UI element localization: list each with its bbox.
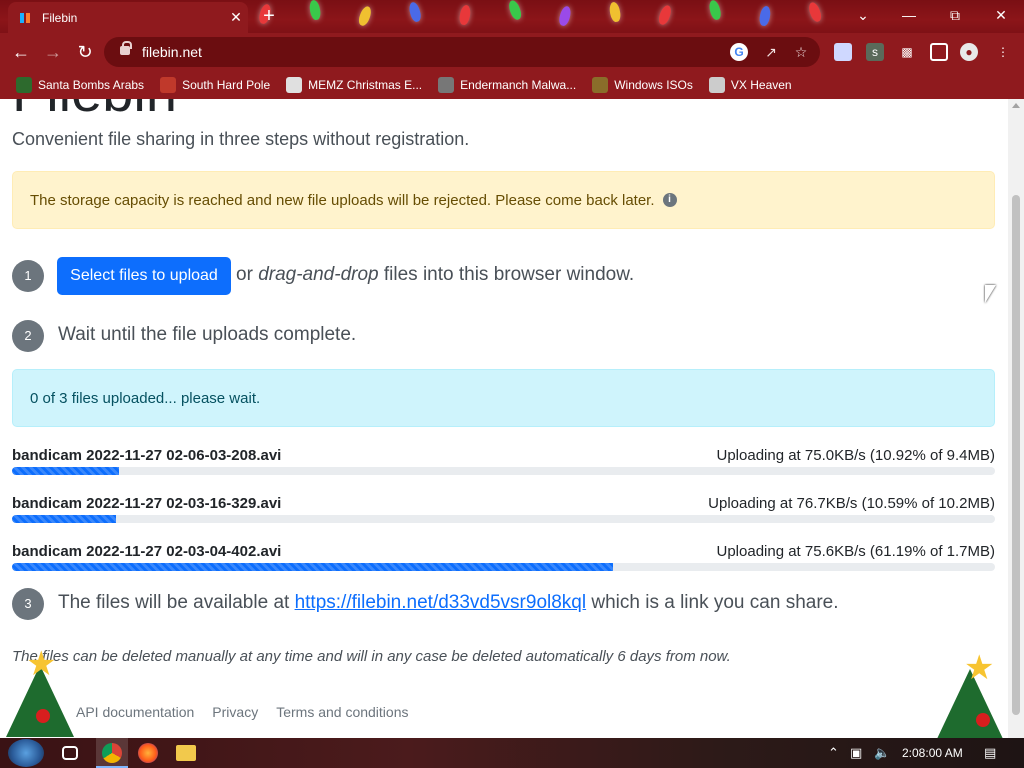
bookmark-item[interactable]: Santa Bombs Arabs	[16, 77, 144, 93]
step-1-drag-and-drop: drag-and-drop	[258, 264, 379, 285]
storage-alert-text: The storage capacity is reached and new …	[30, 191, 655, 209]
footer-link-privacy[interactable]: Privacy	[212, 704, 258, 720]
bookmark-label: Santa Bombs Arabs	[38, 78, 145, 92]
taskbar-clock[interactable]: 2:08:00 AM	[902, 746, 963, 760]
task-view-icon[interactable]	[62, 746, 78, 760]
browser-toolbar: ← → ↻ filebin.net G ↗ ☆ s ▩ ● ⋮	[0, 33, 1024, 71]
upload-progress-track	[12, 563, 995, 571]
minimize-button[interactable]: —	[886, 0, 932, 30]
share-icon[interactable]: ↗	[762, 43, 780, 61]
extension-s-icon[interactable]: s	[866, 43, 884, 61]
tab-close-icon[interactable]: ✕	[224, 9, 248, 26]
step-2-text: Wait until the file uploads complete.	[58, 324, 357, 345]
file-explorer-taskbar-icon[interactable]	[176, 745, 196, 761]
bookmark-item[interactable]: Endermanch Malwa...	[438, 77, 576, 93]
volume-icon[interactable]: 🔈	[874, 745, 890, 761]
scroll-up-arrow-icon[interactable]	[1012, 103, 1020, 108]
back-arrow-icon[interactable]: ←	[8, 39, 34, 65]
tray-chevron-up-icon[interactable]: ⌃	[828, 745, 839, 761]
bookmark-favicon-icon	[708, 77, 725, 93]
address-bar[interactable]: filebin.net G ↗ ☆	[104, 37, 820, 67]
step-3-after: which is a link you can share.	[591, 592, 839, 613]
new-tab-button[interactable]: +	[258, 5, 280, 27]
site-logo-heading-cut-off: Filebin	[12, 99, 177, 124]
bookmark-item[interactable]: VX Heaven	[708, 77, 792, 93]
step-2-badge: 2	[12, 320, 44, 352]
upload-progress-bar	[12, 467, 120, 475]
christmas-lights-decoration	[240, 0, 840, 33]
footer-link-terms[interactable]: Terms and conditions	[276, 704, 408, 720]
bookmark-favicon-icon	[286, 77, 303, 93]
bookmark-label: Windows ISOs	[614, 78, 693, 92]
start-button[interactable]	[8, 739, 44, 767]
bookmark-favicon-icon	[160, 77, 177, 93]
address-bar-url[interactable]: filebin.net	[142, 44, 202, 60]
step-1-badge: 1	[12, 260, 44, 292]
upload-progress-track	[12, 515, 995, 523]
extensions-puzzle-icon[interactable]: ▩	[898, 43, 916, 61]
upload-file-name: bandicam 2022-11-27 02-03-04-402.avi	[12, 543, 282, 560]
firefox-taskbar-icon[interactable]	[138, 743, 158, 763]
chrome-taskbar-icon[interactable]	[102, 743, 122, 763]
bookmark-item[interactable]: Windows ISOs	[592, 77, 693, 93]
tab-title: Filebin	[42, 10, 78, 25]
google-lens-icon[interactable]: G	[730, 43, 748, 61]
storage-capacity-alert: The storage capacity is reached and new …	[12, 171, 995, 229]
bookmark-favicon-icon	[438, 77, 455, 93]
upload-status: Uploading at 75.6KB/s (61.19% of 1.7MB)	[716, 543, 996, 560]
bookmark-label: MEMZ Christmas E...	[308, 78, 423, 92]
close-window-button[interactable]: ✕	[978, 0, 1024, 30]
tab-filebin[interactable]: Filebin ✕	[8, 2, 248, 33]
reload-icon[interactable]: ↻	[72, 39, 98, 65]
step-1-rest: files into this browser window.	[383, 264, 635, 285]
tab-bar: Filebin ✕ + ⌄ — ⧉ ✕	[0, 0, 1024, 33]
notifications-icon[interactable]: ▤	[984, 745, 996, 761]
upload-progress-track	[12, 467, 995, 475]
bookmark-label: South Hard Pole	[182, 78, 271, 92]
bookmark-label: Endermanch Malwa...	[460, 78, 577, 92]
info-icon[interactable]: i	[662, 193, 677, 207]
footer-links: API documentation Privacy Terms and cond…	[76, 704, 427, 720]
step-3-text: The files will be available at https://f…	[58, 592, 839, 614]
mouse-cursor-icon	[985, 285, 996, 303]
select-files-button[interactable]: Select files to upload	[57, 257, 231, 295]
bookmark-item[interactable]: South Hard Pole	[160, 77, 270, 93]
extension-flag-icon[interactable]	[834, 43, 852, 61]
upload-progress-bar	[12, 563, 614, 571]
menu-kebab-icon[interactable]: ⋮	[994, 43, 1012, 61]
bookmark-label: VX Heaven	[730, 78, 792, 92]
upload-file-name: bandicam 2022-11-27 02-03-16-329.avi	[12, 495, 282, 512]
tab-search-chevron-icon[interactable]: ⌄	[840, 0, 886, 30]
page-scrollbar[interactable]	[1008, 99, 1024, 738]
page-content: Filebin Convenient file sharing in three…	[0, 99, 1008, 738]
scrollbar-thumb[interactable]	[1012, 195, 1020, 715]
profile-avatar-icon[interactable]: ●	[960, 43, 978, 61]
upload-status: Uploading at 76.7KB/s (10.59% of 10.2MB)	[708, 495, 995, 512]
upload-status-alert: 0 of 3 files uploaded... please wait.	[12, 369, 995, 427]
windows-taskbar: ⌃ ▣ 🔈 2:08:00 AM ▤	[0, 738, 1024, 768]
bookmark-item[interactable]: MEMZ Christmas E...	[286, 77, 422, 93]
upload-status-text: 0 of 3 files uploaded... please wait.	[30, 389, 261, 407]
footer-link-api-documentation[interactable]: API documentation	[76, 704, 194, 720]
upload-status: Uploading at 75.0KB/s (10.92% of 9.4MB)	[716, 447, 996, 464]
bookmark-favicon-icon	[16, 77, 32, 93]
bookmark-star-icon[interactable]: ☆	[792, 43, 810, 61]
lock-icon	[120, 41, 132, 55]
forward-arrow-icon[interactable]: →	[40, 39, 66, 65]
deletion-note: The files can be deleted manually at any…	[12, 648, 731, 665]
filebin-favicon-icon	[18, 11, 32, 25]
step-1-text: or drag-and-drop files into this browser…	[236, 264, 634, 286]
bookmarks-bar: Santa Bombs Arabs South Hard Pole MEMZ Chr…	[0, 71, 1024, 99]
restore-button[interactable]: ⧉	[932, 0, 978, 30]
step-3-badge: 3	[12, 588, 44, 620]
page-tagline: Convenient file sharing in three steps w…	[12, 129, 470, 149]
side-panel-icon[interactable]	[930, 43, 948, 61]
upload-file-name: bandicam 2022-11-27 02-06-03-208.avi	[12, 447, 282, 464]
upload-progress-bar	[12, 515, 117, 523]
share-link[interactable]: https://filebin.net/d33vd5vsr9ol8kql	[295, 592, 587, 613]
network-icon[interactable]: ▣	[850, 745, 862, 761]
bookmark-favicon-icon	[592, 77, 609, 93]
step-1-or: or	[236, 264, 253, 285]
step-3-before: The files will be available at	[58, 592, 290, 613]
